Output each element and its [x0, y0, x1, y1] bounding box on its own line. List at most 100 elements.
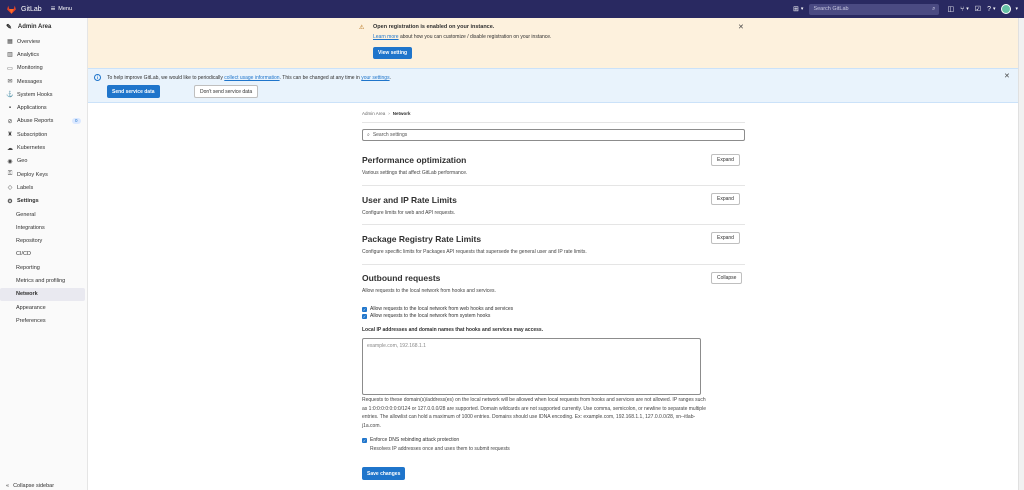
expand-performance-button[interactable]: Expand [711, 154, 740, 166]
todos-link[interactable]: ☑ [975, 5, 981, 13]
collect-usage-link[interactable]: collect usage information [224, 75, 279, 81]
checkbox-label: Enforce DNS rebinding attack protection [370, 437, 460, 443]
new-dropdown[interactable]: ⊞ ▾ [793, 5, 803, 13]
save-changes-button[interactable]: Save changes [362, 467, 406, 480]
checkbox-checked-icon: ✓ [362, 313, 367, 319]
breadcrumb-admin-area[interactable]: Admin Area [362, 111, 385, 116]
breadcrumb: Admin Area › Network [362, 111, 411, 116]
sidebar-item-messages[interactable]: ✉ Messages [0, 75, 87, 88]
sidebar-item-label: Messages [17, 78, 43, 85]
section-desc-rate-limits: Configure limits for web and API request… [362, 210, 456, 216]
sidebar-subitem-label: CI/CD [16, 251, 31, 258]
sidebar-subitem-preferences[interactable]: Preferences [0, 314, 87, 327]
sidebar-item-analytics[interactable]: ▥ Analytics [0, 48, 87, 61]
allow-web-hooks-checkbox[interactable]: ✓ Allow requests to the local network fr… [362, 306, 513, 312]
sidebar-item-label: Analytics [17, 51, 40, 58]
learn-more-link[interactable]: Learn more [373, 34, 399, 40]
geo-icon: ◉ [7, 158, 13, 165]
collapse-outbound-button[interactable]: Collapse [711, 272, 743, 284]
top-navbar: GitLab ≡ Menu ⊞▾ ⌕ ◫ ⑂▾ ☑ ?▾ ▾ [0, 0, 1024, 18]
issues-link[interactable]: ◫ [947, 5, 954, 13]
collapse-sidebar-button[interactable]: «Collapse sidebar [6, 482, 54, 490]
sidebar-item-labels[interactable]: ◇ Labels [0, 181, 87, 194]
section-desc-outbound: Allow requests to the local network from… [362, 288, 496, 294]
sidebar-subitem-label: Network [16, 291, 38, 298]
help-dropdown[interactable]: ? ▾ [987, 6, 995, 13]
label-icon: ◇ [7, 185, 13, 192]
key-icon: ⚿ [7, 171, 13, 178]
brand-name: GitLab [21, 5, 42, 13]
sidebar-header[interactable]: ✎ Admin Area [0, 18, 87, 35]
info-icon: i [94, 74, 101, 81]
section-desc-package-registry: Configure specific limits for Packages A… [362, 249, 587, 255]
sidebar-subitem-cicd[interactable]: CI/CD [0, 248, 87, 261]
divider [362, 122, 745, 123]
dns-rebinding-help: Resolves IP addresses once and uses them… [370, 446, 510, 452]
abuse-icon: ⊘ [7, 118, 13, 125]
scrollbar[interactable] [1018, 18, 1024, 490]
sidebar-subitem-reporting[interactable]: Reporting [0, 261, 87, 274]
sidebar-subitem-network[interactable]: Network [0, 287, 85, 301]
warning-icon: ⚠ [359, 25, 365, 31]
dont-send-service-data-button[interactable]: Don't send service data [194, 85, 259, 98]
gitlab-logo[interactable]: GitLab [6, 4, 42, 15]
view-setting-button[interactable]: View setting [373, 47, 413, 59]
global-search[interactable]: ⌕ [809, 3, 940, 15]
sidebar-subitem-repository[interactable]: Repository [0, 234, 87, 247]
chevron-down-icon: ▾ [800, 6, 804, 12]
breadcrumb-separator: › [388, 111, 390, 116]
sidebar-item-settings[interactable]: ⚙ Settings [0, 195, 87, 208]
sidebar-item-subscription[interactable]: ♜ Subscription [0, 128, 87, 141]
sidebar-item-system-hooks[interactable]: ⚓ System Hooks [0, 88, 87, 101]
chevron-down-icon: ▾ [1015, 6, 1018, 12]
help-icon: ? [987, 5, 991, 13]
registration-alert-desc: Learn more about how you can customize /… [373, 34, 551, 40]
sidebar-subitem-label: Preferences [16, 317, 46, 324]
hamburger-icon: ≡ [50, 4, 56, 13]
dns-rebinding-checkbox[interactable]: ✓ Enforce DNS rebinding attack protectio… [362, 437, 459, 443]
menu-button[interactable]: ≡ Menu [51, 5, 72, 13]
sidebar-item-overview[interactable]: ▦ Overview [0, 35, 87, 48]
count-badge: 0 [72, 118, 81, 125]
divider [362, 185, 745, 186]
sidebar-item-monitoring[interactable]: ▭ Monitoring [0, 62, 87, 75]
sidebar-subitem-label: Repository [16, 238, 43, 245]
checkbox-label: Allow requests to the local network from… [370, 306, 514, 312]
applications-icon: ▪ [8, 105, 12, 112]
your-settings-link[interactable]: your settings [361, 75, 389, 81]
sidebar-item-label: Subscription [17, 131, 48, 138]
registration-desc-text: about how you can customize / disable re… [398, 34, 552, 40]
issues-icon: ◫ [947, 6, 955, 13]
sidebar-item-deploy-keys[interactable]: ⚿ Deploy Keys [0, 168, 87, 181]
sidebar-item-label: Geo [17, 158, 28, 165]
allowlist-textarea[interactable] [362, 338, 701, 395]
sidebar-subitem-appearance[interactable]: Appearance [0, 301, 87, 314]
sidebar-subitem-general[interactable]: General [0, 208, 87, 221]
user-menu[interactable]: ▾ [1001, 4, 1018, 14]
allow-system-hooks-checkbox[interactable]: ✓ Allow requests to the local network fr… [362, 313, 490, 319]
merge-requests-dropdown[interactable]: ⑂ ▾ [960, 6, 969, 13]
checkbox-checked-icon: ✓ [362, 437, 367, 443]
search-input[interactable] [813, 6, 914, 12]
send-service-data-button[interactable]: Send service data [107, 85, 160, 98]
expand-package-registry-button[interactable]: Expand [711, 232, 740, 244]
section-title-package-registry: Package Registry Rate Limits [362, 234, 482, 244]
settings-search-input[interactable] [372, 132, 733, 138]
close-icon[interactable]: ✕ [738, 23, 744, 31]
close-icon[interactable]: ✕ [1004, 72, 1010, 80]
avatar [1001, 4, 1012, 14]
section-title-rate-limits: User and IP Rate Limits [362, 195, 457, 205]
breadcrumb-current: Network [392, 111, 411, 116]
sidebar-subitem-metrics[interactable]: Metrics and profiling [0, 274, 87, 287]
sidebar-item-abuse-reports[interactable]: ⊘ Abuse Reports 0 [0, 115, 87, 128]
sidebar-item-kubernetes[interactable]: ☁ Kubernetes [0, 141, 87, 154]
sidebar-item-label: Overview [17, 38, 40, 45]
expand-rate-limits-button[interactable]: Expand [711, 193, 740, 205]
sidebar-subitem-integrations[interactable]: Integrations [0, 221, 87, 234]
sidebar-item-label: Abuse Reports [17, 118, 54, 125]
sidebar-item-applications[interactable]: ▪ Applications [0, 101, 87, 114]
settings-icon: ⚙ [7, 198, 13, 205]
chevron-down-icon: ▾ [966, 6, 969, 12]
settings-search[interactable]: ⌕ [362, 129, 745, 141]
sidebar-item-geo[interactable]: ◉ Geo [0, 155, 87, 168]
